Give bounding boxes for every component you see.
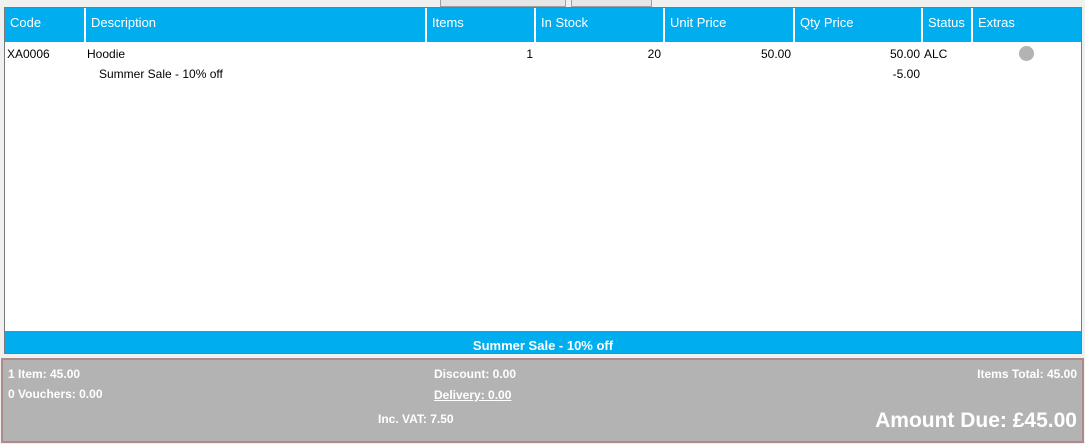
cell-code: XA0006 [7,47,50,61]
column-header-unit-price[interactable]: Unit Price [665,8,795,42]
column-header-description[interactable]: Description [86,8,427,42]
cell-description: Hoodie [87,47,126,61]
subrow-qty-price: -5.00 [892,67,920,81]
delivery-value: 0.00 [488,388,512,402]
promo-bar: Summer Sale - 10% off [5,331,1081,353]
cell-unit-price: 50.00 [760,47,791,61]
items-total: Items Total: 45.00 [977,367,1077,381]
column-header-code[interactable]: Code [5,8,86,42]
cell-items: 1 [526,47,533,61]
vat-summary: Inc. VAT: 7.50 [378,412,454,426]
table-subrow: Summer Sale - 10% off -5.00 [5,64,1081,84]
discount-summary: Discount: 0.00 [434,367,517,381]
column-header-items[interactable]: Items [427,8,536,42]
top-tab-1[interactable] [440,0,566,7]
basket-panel: Code Description Items In Stock Unit Pri… [4,7,1082,354]
vouchers-summary: 0 Vouchers: 0.00 [8,387,103,401]
delivery-summary[interactable]: Delivery: 0.00 [434,388,511,402]
cell-status: ALC [924,47,948,61]
cell-in-stock: 20 [647,47,661,61]
delivery-label: Delivery: [434,388,485,402]
table-header: Code Description Items In Stock Unit Pri… [5,8,1081,42]
summary-panel: 1 Item: 45.00 0 Vouchers: 0.00 Discount:… [1,358,1084,443]
table-row[interactable]: XA0006 Hoodie 1 20 50.00 50.00 ALC [5,44,1081,64]
subrow-description: Summer Sale - 10% off [99,67,223,81]
status-dot-icon[interactable] [1019,46,1034,61]
top-tab-2[interactable] [571,0,652,7]
cell-qty-price: 50.00 [889,47,920,61]
items-summary: 1 Item: 45.00 [8,367,81,381]
column-header-in-stock[interactable]: In Stock [536,8,665,42]
column-header-qty-price[interactable]: Qty Price [795,8,923,42]
column-header-extras[interactable]: Extras [973,8,1081,42]
column-header-status[interactable]: Status [923,8,973,42]
amount-due: Amount Due: £45.00 [875,409,1077,432]
